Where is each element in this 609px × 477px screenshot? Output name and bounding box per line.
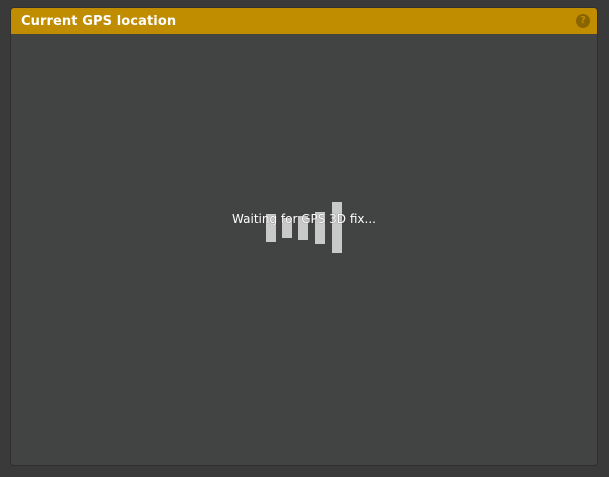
panel-title: Current GPS location [21,13,177,29]
loading-bar [332,202,342,253]
panel-body: Waiting for GPS 3D fix... [11,34,597,465]
gps-status-text: Waiting for GPS 3D fix... [232,212,376,226]
gps-location-panel: Current GPS location ? Waiting for GPS 3… [10,7,598,466]
panel-header: Current GPS location ? [11,8,597,34]
loading-bars-icon [266,202,346,256]
help-question-icon[interactable]: ? [576,14,590,28]
